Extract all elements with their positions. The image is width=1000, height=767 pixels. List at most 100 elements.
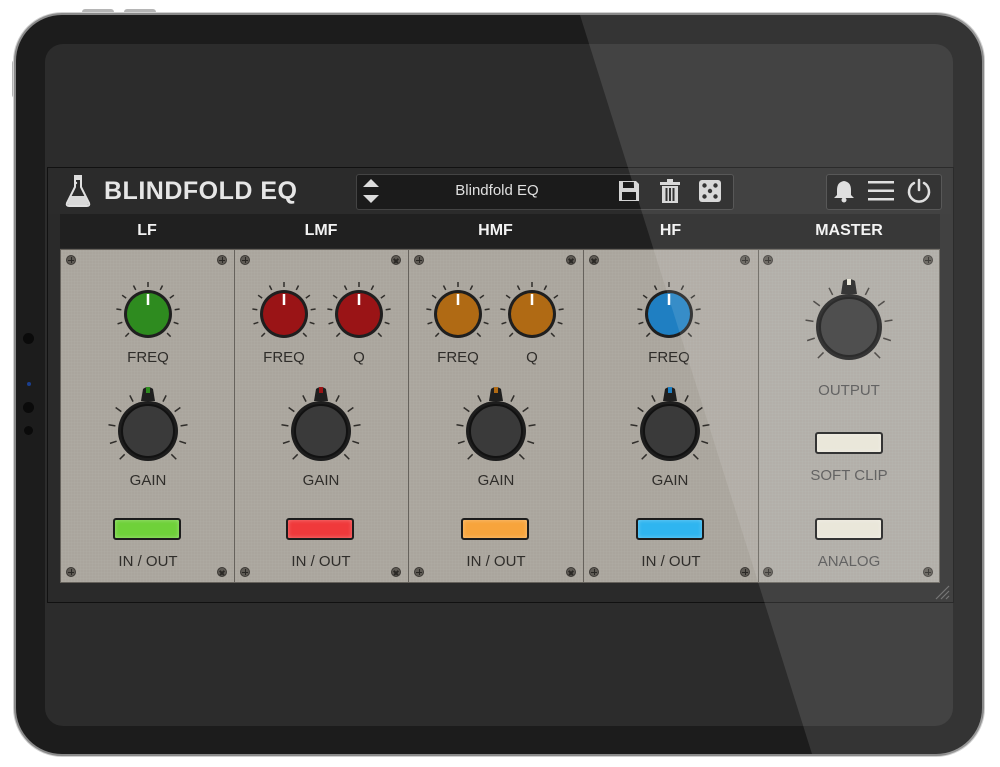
label-hmf-in-out: IN / OUT (466, 553, 526, 570)
preset-name[interactable]: Blindfold EQ (396, 182, 598, 199)
knob-tick (637, 308, 643, 311)
switch-analog[interactable] (815, 518, 883, 540)
knob-tick (528, 423, 536, 427)
screw (391, 255, 401, 265)
knob-tick (701, 440, 709, 445)
knob-master-output[interactable] (799, 275, 899, 379)
switch-lf-in-out[interactable] (113, 518, 181, 540)
knob-hf-gain[interactable] (624, 383, 716, 479)
knob-lmf-gain[interactable] (275, 383, 367, 479)
knob-hmf-q[interactable] (496, 278, 568, 350)
knob-hf-freq[interactable] (633, 278, 705, 350)
knob-tick (162, 395, 167, 402)
label-hmf-freq: FREQ (437, 349, 479, 366)
knob-tick (630, 423, 638, 427)
knob-tick (384, 321, 390, 325)
knob-tick (295, 285, 300, 291)
resize-grip-icon[interactable] (930, 584, 950, 600)
knob-tick (174, 406, 181, 413)
knob-tick (292, 453, 299, 460)
tablet-camera-2 (23, 402, 34, 413)
knob-tick (501, 321, 507, 325)
knob-tick (516, 285, 521, 291)
knob-tick (352, 440, 360, 445)
band-title-lf: LF (137, 222, 157, 239)
screw (240, 567, 250, 577)
tablet-camera (23, 333, 34, 344)
knob-tick (115, 406, 122, 413)
knob-tick (332, 294, 338, 299)
knob-hmf-gain[interactable] (450, 383, 542, 479)
knob-tick (684, 395, 689, 402)
knob-lf-freq[interactable] (112, 278, 184, 350)
screw (240, 255, 250, 265)
knob-tick (642, 294, 648, 299)
knob-tick (695, 308, 701, 311)
screw (566, 567, 576, 577)
tablet-sensor (27, 382, 31, 386)
knob-tick (260, 332, 266, 338)
knob-tick (109, 440, 117, 445)
screw (923, 255, 933, 265)
switch-hmf-in-out[interactable] (461, 518, 529, 540)
plugin-title: BLINDFOLD EQ (104, 177, 298, 205)
screw (763, 255, 773, 265)
knob-tick (328, 321, 334, 325)
knob-hmf-freq[interactable] (422, 278, 494, 350)
knob-tick (309, 321, 315, 325)
knob-tick (527, 440, 535, 445)
knob-tick (557, 321, 563, 325)
knob-tick (476, 332, 482, 338)
knob-lf-gain[interactable] (102, 383, 194, 479)
screw (66, 255, 76, 265)
screw (923, 567, 933, 577)
knob-tick (173, 321, 179, 325)
up-down-arrows-icon[interactable] (360, 176, 382, 206)
knob-tick (653, 285, 658, 291)
label-analog: ANALOG (817, 553, 881, 570)
knob-tick (696, 406, 703, 413)
screw (740, 567, 750, 577)
knob-tick (484, 308, 490, 311)
knob-tick (483, 321, 489, 325)
band-title-hf: HF (659, 222, 682, 239)
menu-icon[interactable] (868, 180, 894, 207)
switch-lmf-in-out[interactable] (286, 518, 354, 540)
knob-tick (427, 321, 433, 325)
trash-icon[interactable] (659, 178, 681, 209)
knob-tick (169, 294, 175, 299)
knob-tick (883, 337, 892, 342)
knob-lmf-freq[interactable] (248, 278, 320, 350)
save-icon[interactable] (617, 179, 641, 208)
knob-tick (805, 319, 814, 323)
knob-tick (456, 423, 464, 427)
label-lmf-in-out: IN / OUT (291, 553, 351, 570)
label-soft-clip: SOFT CLIP (810, 467, 888, 484)
knob-tick (469, 285, 474, 291)
knob-lmf-q[interactable] (323, 278, 395, 350)
switch-soft-clip[interactable] (815, 432, 883, 454)
knob-tick (877, 300, 886, 307)
label-hf-freq: FREQ (648, 349, 690, 366)
knob-tick (638, 321, 644, 325)
knob-tick (522, 406, 529, 413)
knob-tick (550, 332, 556, 338)
bell-icon[interactable] (833, 179, 855, 208)
switch-hf-in-out[interactable] (636, 518, 704, 540)
knob-tick (442, 285, 447, 291)
dice-icon[interactable] (698, 179, 722, 208)
knob-tick (335, 332, 341, 338)
knob-tick (353, 423, 361, 427)
knob-tick (812, 300, 821, 307)
label-lf-gain: GAIN (129, 472, 167, 489)
knob-tick (343, 453, 350, 460)
knob-tick (463, 406, 470, 413)
knob-tick (377, 332, 383, 338)
band-title-lmf: LMF (304, 222, 338, 239)
knob-tick (166, 332, 172, 338)
knob-tick (431, 294, 437, 299)
knob-tick (680, 285, 685, 291)
knob-tick (159, 285, 164, 291)
power-icon[interactable] (906, 178, 932, 209)
screw (589, 567, 599, 577)
